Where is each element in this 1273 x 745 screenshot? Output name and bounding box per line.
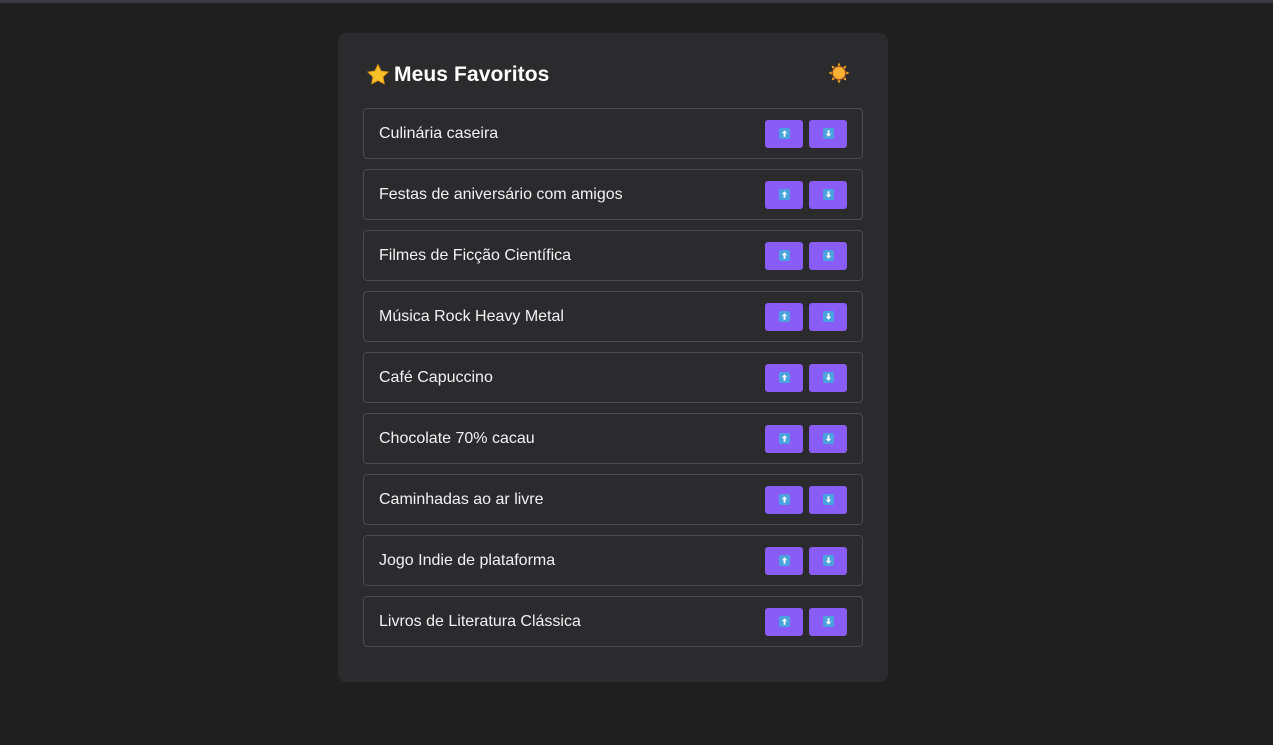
arrow-down-icon (822, 311, 834, 322)
arrow-down-icon (822, 555, 834, 566)
favorites-list: Culinária caseira Festas de aniversário … (363, 108, 863, 657)
item-buttons (765, 607, 847, 636)
item-label: Culinária caseira (379, 124, 499, 142)
arrow-down-icon (822, 616, 834, 627)
arrow-up-icon (778, 189, 790, 200)
star-icon (366, 63, 390, 87)
item-buttons (765, 363, 847, 392)
list-item: Jogo Indie de plataforma (363, 535, 863, 586)
list-item: Música Rock Heavy Metal (363, 291, 863, 342)
item-label: Café Capuccino (379, 368, 493, 386)
move-down-button[interactable] (809, 607, 847, 636)
arrow-up-icon (778, 555, 790, 566)
window-top-bar (0, 0, 1273, 3)
move-up-button[interactable] (765, 607, 803, 636)
arrow-down-icon (822, 433, 834, 444)
arrow-up-icon (778, 250, 790, 261)
list-item: Café Capuccino (363, 352, 863, 403)
item-label: Jogo Indie de plataforma (379, 551, 556, 569)
arrow-up-icon (778, 311, 790, 322)
item-label: Música Rock Heavy Metal (379, 307, 564, 325)
item-label: Festas de aniversário com amigos (379, 185, 623, 203)
arrow-down-icon (822, 494, 834, 505)
item-buttons (765, 424, 847, 453)
move-down-button[interactable] (809, 302, 847, 331)
item-buttons (765, 119, 847, 148)
arrow-up-icon (778, 433, 790, 444)
page-title: Meus Favoritos (394, 63, 550, 86)
move-down-button[interactable] (809, 363, 847, 392)
title-wrap: Meus Favoritos (366, 63, 549, 87)
arrow-down-icon (822, 250, 834, 261)
move-down-button[interactable] (809, 485, 847, 514)
move-down-button[interactable] (809, 546, 847, 575)
move-up-button[interactable] (765, 485, 803, 514)
list-item: Filmes de Ficção Científica (363, 230, 863, 281)
item-label: Chocolate 70% cacau (379, 429, 535, 447)
move-up-button[interactable] (765, 363, 803, 392)
arrow-down-icon (822, 372, 834, 383)
favorites-card: Meus Favoritos Culinária caseira Festas … (338, 33, 888, 682)
move-down-button[interactable] (809, 241, 847, 270)
item-buttons (765, 180, 847, 209)
move-up-button[interactable] (765, 180, 803, 209)
list-item: Chocolate 70% cacau (363, 413, 863, 464)
item-label: Livros de Literatura Clássica (379, 612, 581, 630)
sun-icon (827, 61, 851, 90)
item-buttons (765, 241, 847, 270)
arrow-up-icon (778, 128, 790, 139)
list-item: Caminhadas ao ar livre (363, 474, 863, 525)
item-buttons (765, 302, 847, 331)
move-down-button[interactable] (809, 180, 847, 209)
arrow-up-icon (778, 372, 790, 383)
move-up-button[interactable] (765, 546, 803, 575)
move-down-button[interactable] (809, 424, 847, 453)
list-item: Culinária caseira (363, 108, 863, 159)
arrow-up-icon (778, 616, 790, 627)
item-buttons (765, 546, 847, 575)
move-up-button[interactable] (765, 424, 803, 453)
list-item: Festas de aniversário com amigos (363, 169, 863, 220)
move-up-button[interactable] (765, 241, 803, 270)
move-up-button[interactable] (765, 119, 803, 148)
move-down-button[interactable] (809, 119, 847, 148)
theme-toggle-button[interactable] (826, 62, 852, 88)
list-item: Livros de Literatura Clássica (363, 596, 863, 647)
arrow-down-icon (822, 128, 834, 139)
item-label: Filmes de Ficção Científica (379, 246, 572, 264)
move-up-button[interactable] (765, 302, 803, 331)
item-buttons (765, 485, 847, 514)
arrow-up-icon (778, 494, 790, 505)
card-header: Meus Favoritos (366, 61, 860, 89)
item-label: Caminhadas ao ar livre (379, 490, 544, 508)
arrow-down-icon (822, 189, 834, 200)
